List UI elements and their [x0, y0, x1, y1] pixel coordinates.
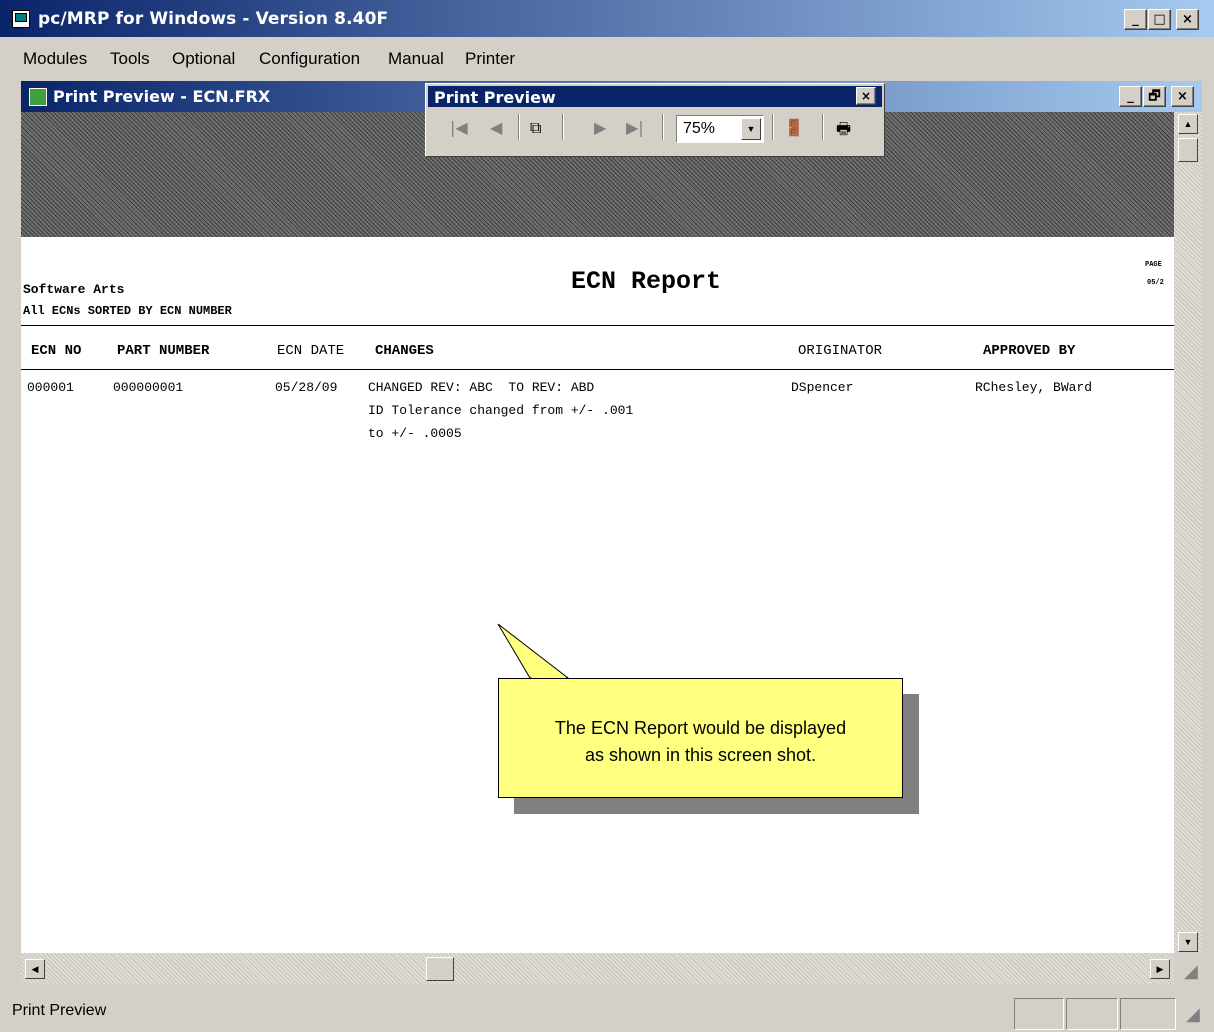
report-subtitle: All ECNs SORTED BY ECN NUMBER: [23, 304, 232, 318]
callout-text: The ECN Report would be displayed as sho…: [499, 715, 902, 769]
toolbar-title-bar: Print Preview ×: [428, 86, 882, 107]
callout-line-2: as shown in this screen shot.: [584, 745, 817, 765]
menu-printer[interactable]: Printer: [465, 49, 515, 69]
columns-rule: [21, 369, 1174, 370]
preview-window-title: Print Preview - ECN.FRX: [53, 87, 271, 106]
cell-approved-by: RChesley, BWard: [975, 380, 1093, 395]
cell-ecn-date: 05/28/09: [275, 380, 338, 395]
vertical-scrollbar[interactable]: ▲ ▼: [1174, 112, 1202, 953]
scroll-up-icon[interactable]: ▲: [1178, 114, 1198, 134]
horizontal-scrollbar[interactable]: ◀ ▶: [21, 953, 1174, 984]
app-title-bar: pc/MRP for Windows - Version 8.40F _ □ ×: [0, 0, 1214, 37]
resize-grip-icon[interactable]: ◢: [1186, 1004, 1200, 1025]
menu-optional[interactable]: Optional: [172, 49, 235, 69]
exit-door-icon[interactable]: 🚪: [784, 118, 804, 137]
report-title: ECN Report: [571, 267, 722, 296]
scroll-down-icon[interactable]: ▼: [1178, 932, 1198, 952]
go-to-page-icon[interactable]: ⧉: [530, 118, 541, 138]
vertical-scroll-thumb[interactable]: [1178, 138, 1198, 162]
preview-restore-button[interactable]: 🗗: [1143, 86, 1166, 107]
header-rule: [21, 325, 1174, 326]
resize-grip-icon[interactable]: ◢: [1184, 961, 1198, 982]
zoom-select[interactable]: 75% ▼: [676, 115, 764, 143]
col-ecn-no: ECN NO: [31, 343, 82, 359]
first-page-icon[interactable]: |◀: [450, 118, 468, 137]
status-panel: [1014, 998, 1064, 1030]
status-bar: Print Preview ◢: [0, 990, 1214, 1032]
report-date-label: 05/2: [1147, 279, 1164, 287]
menu-manual[interactable]: Manual: [388, 49, 444, 69]
toolbar-separator: [772, 114, 774, 140]
cell-changes-line-2: ID Tolerance changed from +/- .001: [368, 403, 634, 418]
maximize-button[interactable]: □: [1148, 9, 1171, 30]
cell-changes-line-3: to +/- .0005: [368, 426, 462, 441]
report-page: ECN Report Software Arts All ECNs SORTED…: [21, 237, 1174, 953]
preview-minimize-button[interactable]: _: [1119, 86, 1142, 107]
preview-close-button[interactable]: ×: [1171, 86, 1194, 107]
printer-icon[interactable]: 🖶: [836, 118, 851, 145]
mdi-frame: [0, 81, 21, 990]
previous-page-icon[interactable]: ◀: [490, 118, 502, 137]
last-page-icon[interactable]: ▶|: [626, 118, 644, 137]
status-panel: [1120, 998, 1176, 1030]
cell-ecn-no: 000001: [27, 380, 74, 395]
app-icon[interactable]: [12, 10, 30, 28]
horizontal-scroll-thumb[interactable]: [426, 957, 454, 981]
zoom-value: 75%: [683, 120, 716, 137]
callout-note: The ECN Report would be displayed as sho…: [498, 678, 903, 798]
app-title: pc/MRP for Windows - Version 8.40F: [38, 9, 389, 29]
chevron-down-icon[interactable]: ▼: [741, 118, 761, 140]
minimize-button[interactable]: _: [1124, 9, 1147, 30]
cell-changes-line-1: CHANGED REV: ABC TO REV: ABD: [368, 380, 595, 395]
callout-pointer: [497, 623, 570, 679]
col-originator: ORIGINATOR: [798, 343, 883, 359]
cell-part-number: 000000001: [113, 380, 184, 395]
toolbar-separator: [822, 114, 824, 140]
scroll-left-icon[interactable]: ◀: [25, 959, 45, 979]
toolbar-separator: [518, 114, 520, 140]
callout-line-1: The ECN Report would be displayed: [554, 718, 847, 738]
menu-configuration[interactable]: Configuration: [259, 49, 360, 69]
col-approved-by: APPROVED BY: [983, 343, 1076, 359]
next-page-icon[interactable]: ▶: [594, 118, 606, 137]
toolbar-title: Print Preview: [434, 88, 556, 107]
col-ecn-date: ECN DATE: [277, 343, 345, 359]
preview-window-icon[interactable]: [29, 88, 47, 106]
cell-originator: DSpencer: [791, 380, 854, 395]
report-page-label: PAGE: [1145, 261, 1162, 269]
mdi-right-frame: [1202, 81, 1214, 990]
status-panel: [1066, 998, 1118, 1030]
col-changes: CHANGES: [375, 343, 434, 359]
col-part-number: PART NUMBER: [117, 343, 210, 359]
menu-bar: Modules Tools Optional Configuration Man…: [0, 37, 1214, 81]
menu-tools[interactable]: Tools: [110, 49, 150, 69]
toolbar-separator: [562, 114, 564, 140]
toolbar-separator: [662, 114, 664, 140]
menu-modules[interactable]: Modules: [23, 49, 87, 69]
print-preview-toolbar: Print Preview × |◀ ◀ ⧉ ▶ ▶| 75% ▼ 🚪 🖶: [425, 83, 885, 157]
status-text: Print Preview: [12, 1002, 107, 1019]
toolbar-close-button[interactable]: ×: [856, 87, 876, 105]
scroll-right-icon[interactable]: ▶: [1150, 959, 1170, 979]
report-company: Software Arts: [23, 282, 125, 297]
close-button[interactable]: ×: [1176, 9, 1199, 30]
